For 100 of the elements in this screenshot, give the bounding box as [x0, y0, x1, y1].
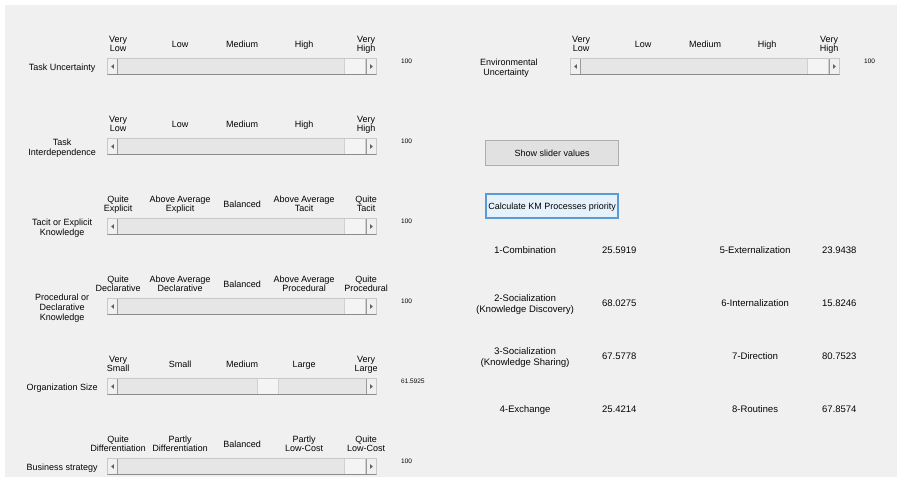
- action-button[interactable]: Calculate KM Processes priority: [485, 193, 619, 219]
- slider-thumb[interactable]: [344, 59, 366, 74]
- tick-label: Very High: [820, 35, 838, 53]
- process-score: 68.0275: [601, 298, 638, 309]
- scroll-right-button[interactable]: [366, 299, 376, 314]
- process-label: 7-Direction: [731, 351, 779, 362]
- tick-label: Very Low: [108, 35, 127, 53]
- slider[interactable]: [107, 298, 377, 315]
- tick-label: High: [294, 40, 314, 48]
- process-score: 67.5778: [601, 351, 638, 362]
- scroll-left-button[interactable]: [108, 299, 118, 314]
- tick-label: Medium: [226, 360, 258, 368]
- scroll-right-button[interactable]: [829, 59, 839, 74]
- tick-label: Quite Procedural: [344, 275, 388, 293]
- slider[interactable]: [570, 58, 840, 75]
- right-arrow-icon: [370, 304, 373, 309]
- right-arrow-icon: [370, 464, 373, 469]
- right-arrow-icon: [370, 224, 373, 229]
- tick-label: Very High: [356, 115, 376, 133]
- process-score: 25.5919: [601, 245, 638, 256]
- left-arrow-icon: [111, 64, 114, 69]
- tick-label: Very Small: [106, 355, 130, 373]
- process-label: 6-Internalization: [720, 298, 790, 309]
- tick-label: Very Low: [572, 35, 590, 53]
- tick-label: Medium: [226, 40, 258, 48]
- tick-label: Above Average Explicit: [150, 195, 210, 213]
- tick-label: Medium: [226, 120, 258, 128]
- left-arrow-icon: [111, 464, 114, 469]
- left-arrow-icon: [574, 64, 577, 69]
- tick-label: Small: [168, 360, 192, 368]
- tick-label: Balanced: [223, 200, 261, 208]
- scroll-left-button[interactable]: [108, 219, 118, 234]
- left-arrow-icon: [111, 304, 114, 309]
- process-score: 15.8246: [821, 298, 856, 309]
- right-arrow-icon: [370, 384, 373, 389]
- scroll-right-button[interactable]: [366, 219, 376, 234]
- slider[interactable]: [107, 458, 377, 475]
- right-arrow-icon: [370, 144, 373, 149]
- process-score: 23.9438: [821, 245, 856, 256]
- tick-label: Very High: [356, 35, 376, 53]
- tick-label: Partly Low-Cost: [284, 435, 323, 453]
- tick-label: Quite Low-Cost: [346, 435, 385, 453]
- tick-label: Quite Declarative: [95, 275, 141, 293]
- left-arrow-icon: [111, 144, 114, 149]
- tick-label: Quite Differentiation: [90, 435, 146, 453]
- tick-label: Above Average Procedural: [274, 275, 334, 293]
- process-score: 67.8574: [821, 404, 856, 415]
- tick-label: High: [294, 120, 314, 128]
- tick-label: Low: [634, 40, 652, 48]
- process-label: 1-Combination: [493, 245, 557, 256]
- scroll-left-button[interactable]: [108, 139, 118, 154]
- scroll-left-button[interactable]: [108, 59, 118, 74]
- slider-label: Task Interdependence: [27, 136, 97, 156]
- tick-label: Above Average Declarative: [150, 275, 210, 293]
- slider-thumb[interactable]: [344, 139, 366, 154]
- left-arrow-icon: [111, 384, 114, 389]
- left-arrow-icon: [111, 224, 114, 229]
- slider[interactable]: [107, 218, 377, 235]
- tick-label: High: [758, 40, 776, 48]
- scroll-right-button[interactable]: [366, 379, 376, 394]
- tick-label: Very Low: [108, 115, 127, 133]
- process-label: 3-Socialization (Knowledge Sharing): [480, 346, 570, 368]
- slider-label: Business strategy: [25, 462, 99, 472]
- process-score: 80.7523: [821, 351, 856, 362]
- tick-label: Quite Explicit: [104, 195, 132, 213]
- tick-label: Balanced: [223, 280, 261, 288]
- action-button[interactable]: Show slider values: [485, 140, 619, 166]
- scroll-left-button[interactable]: [108, 379, 118, 394]
- tick-label: Partly Differentiation: [152, 435, 208, 453]
- slider[interactable]: [107, 58, 377, 75]
- process-label: 8-Routines: [731, 404, 779, 415]
- slider-thumb[interactable]: [807, 59, 829, 74]
- process-label: 5-Externalization: [718, 245, 792, 256]
- scroll-left-button[interactable]: [571, 59, 581, 74]
- slider-thumb[interactable]: [344, 219, 366, 234]
- tick-label: Very Large: [354, 355, 378, 373]
- process-label: 2-Socialization (Knowledge Discovery): [475, 292, 575, 314]
- right-arrow-icon: [370, 64, 373, 69]
- tick-label: Balanced: [223, 440, 261, 448]
- tick-label: Quite Tacit: [355, 195, 377, 213]
- tick-label: Medium: [688, 40, 721, 48]
- slider-label: Tacit or Explicit Knowledge: [30, 216, 94, 236]
- slider-label: Procedural or Declarative Knowledge: [34, 292, 90, 322]
- scroll-right-button[interactable]: [366, 59, 376, 74]
- slider-thumb[interactable]: [344, 459, 366, 474]
- tick-label: Low: [172, 40, 188, 48]
- process-score: 25.4214: [601, 404, 638, 415]
- slider-label: Environmental Uncertainty: [480, 56, 539, 76]
- scroll-right-button[interactable]: [366, 139, 376, 154]
- slider-label: Organization Size: [25, 382, 99, 392]
- slider-thumb[interactable]: [344, 299, 366, 314]
- slider[interactable]: [107, 138, 377, 155]
- tick-label: Large: [292, 360, 316, 368]
- scroll-left-button[interactable]: [108, 459, 118, 474]
- process-label: 4-Exchange: [498, 404, 552, 415]
- tick-label: Low: [172, 120, 188, 128]
- scroll-right-button[interactable]: [366, 459, 376, 474]
- slider[interactable]: [107, 378, 377, 395]
- slider-thumb[interactable]: [257, 379, 280, 394]
- slider-label: Task Uncertainty: [28, 62, 96, 72]
